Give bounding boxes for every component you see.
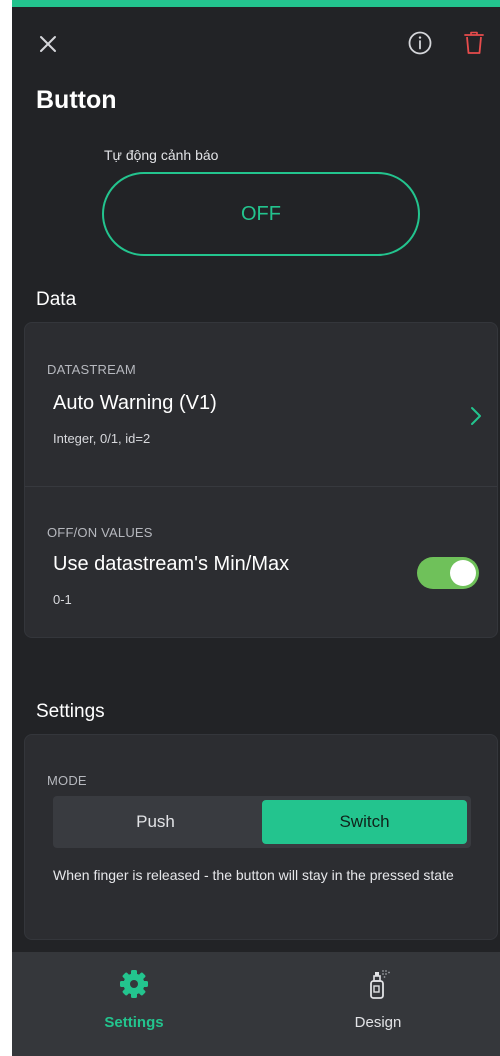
nav-label-design: Design (354, 1014, 402, 1031)
top-accent-bar (12, 0, 500, 7)
nav-item-settings[interactable]: Settings (12, 952, 256, 1056)
trash-icon (464, 31, 484, 54)
use-min-max-label: Use datastream's Min/Max (53, 553, 290, 575)
datastream-overline: DATASTREAM (47, 362, 136, 377)
close-button[interactable] (36, 32, 60, 56)
off-on-values-overline: OFF/ON VALUES (47, 525, 153, 540)
preview-button[interactable]: OFF (102, 172, 420, 256)
preview-button-label: Tự động cảnh báo (104, 147, 219, 163)
widget-settings-screen: Button Tự động cảnh báo OFF Data DATASTR… (12, 0, 500, 1056)
mode-option-switch[interactable]: Switch (262, 800, 467, 844)
mode-segmented-control: Push Switch (53, 796, 471, 848)
datastream-row[interactable]: DATASTREAM Auto Warning (V1) Integer, 0/… (25, 323, 497, 485)
bottom-nav: Settings Design (12, 952, 500, 1056)
use-min-max-toggle[interactable] (417, 557, 479, 589)
gear-icon (118, 968, 150, 1000)
nav-item-design[interactable]: Design (256, 952, 500, 1056)
mode-overline: MODE (47, 773, 87, 788)
nav-label-settings: Settings (104, 1014, 164, 1031)
preview-button-state: OFF (241, 202, 281, 225)
info-icon (408, 31, 432, 55)
value-range: 0-1 (53, 592, 72, 607)
datastream-details: Integer, 0/1, id=2 (53, 431, 151, 446)
close-icon (40, 36, 56, 52)
datastream-name: Auto Warning (V1) (53, 392, 217, 414)
chevron-right-icon (469, 405, 483, 427)
toggle-knob (450, 560, 476, 586)
settings-card: MODE Push Switch When finger is released… (24, 734, 498, 940)
settings-section-heading: Settings (36, 701, 105, 722)
card-divider (25, 486, 497, 487)
data-card: DATASTREAM Auto Warning (V1) Integer, 0/… (24, 322, 498, 638)
info-button[interactable] (407, 30, 433, 56)
spray-can-icon (362, 968, 394, 1000)
delete-button[interactable] (462, 30, 486, 56)
mode-option-push[interactable]: Push (53, 796, 258, 848)
data-section-heading: Data (36, 289, 77, 310)
widget-title: Button (36, 86, 117, 114)
mode-description: When finger is released - the button wil… (53, 867, 454, 883)
